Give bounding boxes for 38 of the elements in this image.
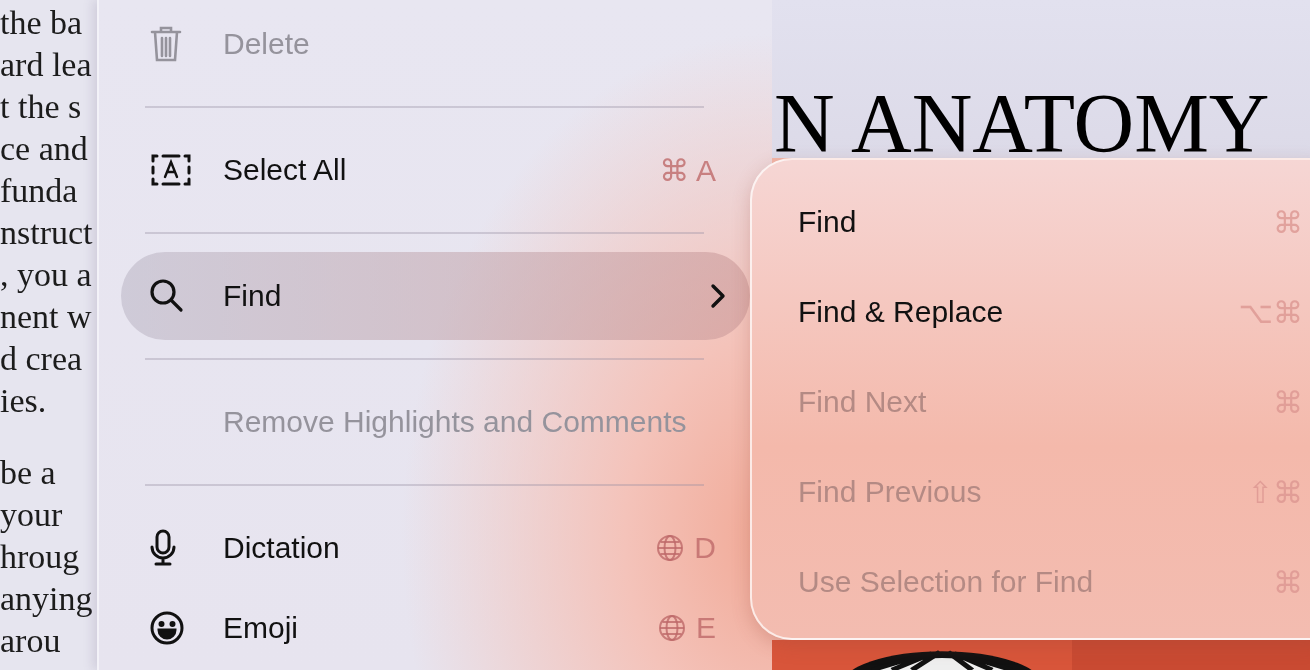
- body-text: hroug: [0, 538, 80, 575]
- body-text: your: [0, 496, 63, 533]
- body-text: t the s: [0, 88, 82, 125]
- menu-item[interactable]: Find: [121, 252, 750, 340]
- body-text: , you a: [0, 256, 92, 293]
- menu-item[interactable]: Dictation D: [121, 512, 750, 584]
- shortcut-label: ⌘: [1273, 204, 1303, 240]
- search-icon: [149, 278, 185, 314]
- body-text: funda: [0, 172, 78, 209]
- shortcut-label: ⌘ A: [659, 152, 716, 188]
- shortcut-label: ⌥⌘: [1238, 294, 1303, 330]
- body-text: nstruct: [0, 214, 93, 251]
- body-text: d crea: [0, 340, 83, 377]
- menu-item[interactable]: Select All ⌘ A: [121, 134, 750, 206]
- shortcut-label: ⇧⌘: [1247, 474, 1303, 510]
- trash-icon: [149, 24, 183, 64]
- globe-icon: [656, 534, 685, 562]
- body-text: arou: [0, 622, 61, 659]
- smiley-icon: [149, 610, 185, 646]
- cover-title: N ANATOMY: [774, 82, 1270, 158]
- globe-icon: [658, 614, 686, 642]
- shortcut-label: E: [696, 611, 716, 645]
- shortcut-label: ⌘: [1273, 384, 1303, 420]
- body-text: nent w: [0, 298, 92, 335]
- menu-item[interactable]: Find ⌘: [798, 177, 1303, 267]
- body-text: the ba: [0, 4, 83, 41]
- shortcut-label: D: [694, 531, 716, 565]
- body-text: ies.: [0, 382, 47, 419]
- select-all-icon: [149, 153, 193, 187]
- shortcut-label: ⌘: [1273, 564, 1303, 600]
- menu-item[interactable]: Emoji E: [121, 592, 750, 664]
- chevron-right-icon: [710, 283, 726, 309]
- body-text: anying: [0, 580, 93, 617]
- body-text: be a: [0, 454, 56, 491]
- microphone-icon: [149, 529, 177, 567]
- body-text: ce and: [0, 130, 88, 167]
- menu-item[interactable]: Find & Replace ⌥⌘: [798, 267, 1303, 357]
- body-text: ard lea: [0, 46, 92, 83]
